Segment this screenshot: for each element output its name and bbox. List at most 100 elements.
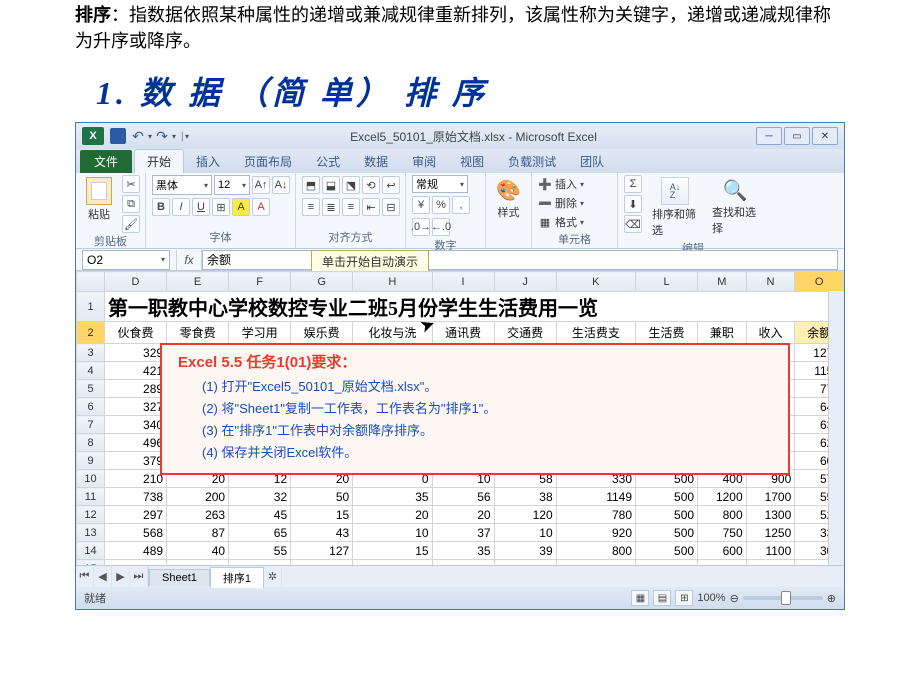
vertical-scrollbar[interactable]	[828, 291, 844, 565]
data-cell[interactable]: 297	[105, 506, 167, 524]
border-button[interactable]: ⊞	[212, 198, 230, 216]
row-header[interactable]: 11	[77, 488, 105, 506]
header-cell[interactable]: 生活费	[636, 322, 698, 344]
tab-data[interactable]: 数据	[352, 150, 400, 173]
nav-last-icon[interactable]: ⏭	[130, 567, 148, 587]
view-layout-icon[interactable]: ▤	[653, 590, 671, 606]
new-sheet-icon[interactable]: ✲	[264, 567, 282, 587]
data-cell[interactable]: 263	[167, 506, 229, 524]
row-header[interactable]: 6	[77, 398, 105, 416]
data-cell[interactable]: 20	[432, 506, 494, 524]
data-cell[interactable]: 50	[291, 488, 353, 506]
row-header[interactable]: 1	[77, 292, 105, 322]
row-header[interactable]: 3	[77, 344, 105, 362]
data-cell[interactable]: 15	[291, 506, 353, 524]
col-header[interactable]: N	[746, 272, 795, 292]
italic-button[interactable]: I	[172, 198, 190, 216]
tab-team[interactable]: 团队	[568, 150, 616, 173]
zoom-slider[interactable]	[743, 596, 823, 600]
row-header[interactable]: 15	[77, 560, 105, 566]
sheet-tab-sheet1[interactable]: Sheet1	[149, 569, 210, 586]
dec-decimal-icon[interactable]: ←.0	[432, 218, 450, 236]
underline-button[interactable]: U	[192, 198, 210, 216]
sheet-tab-sort1[interactable]: 排序1	[210, 567, 264, 588]
data-cell[interactable]: 210	[105, 470, 167, 488]
tab-loadtest[interactable]: 负载测试	[496, 150, 568, 173]
data-cell[interactable]: 1149	[556, 488, 635, 506]
data-cell[interactable]: 200	[167, 488, 229, 506]
align-left-icon[interactable]: ≡	[302, 198, 320, 216]
bold-button[interactable]: B	[152, 198, 170, 216]
col-header[interactable]: K	[556, 272, 635, 292]
grid-area[interactable]: DEFGHIJKLMNO1第一职教中心学校数控专业二班5月份学生生活费用一览2伙…	[76, 271, 844, 565]
data-cell[interactable]: 738	[105, 488, 167, 506]
tab-formulas[interactable]: 公式	[304, 150, 352, 173]
tab-view[interactable]: 视图	[448, 150, 496, 173]
nav-prev-icon[interactable]: ◀	[94, 567, 112, 587]
copy-icon[interactable]: ⧉	[122, 195, 140, 213]
data-cell[interactable]: 289	[105, 380, 167, 398]
data-cell[interactable]	[746, 560, 795, 566]
data-cell[interactable]: 87	[167, 524, 229, 542]
percent-icon[interactable]: %	[432, 196, 450, 214]
data-cell[interactable]: 340	[105, 416, 167, 434]
indent-dec-icon[interactable]: ⇤	[362, 198, 380, 216]
col-header[interactable]: D	[105, 272, 167, 292]
data-cell[interactable]: 1200	[698, 488, 747, 506]
nav-first-icon[interactable]: ⏮	[76, 567, 94, 587]
col-header[interactable]: H	[353, 272, 432, 292]
data-cell[interactable]: 780	[556, 506, 635, 524]
redo-icon[interactable]: ↷	[154, 128, 170, 144]
header-cell[interactable]: 零食费	[167, 322, 229, 344]
data-cell[interactable]: 500	[636, 488, 698, 506]
data-cell[interactable]: 329	[105, 344, 167, 362]
tab-insert[interactable]: 插入	[184, 150, 232, 173]
nav-next-icon[interactable]: ▶	[112, 567, 130, 587]
row-header[interactable]: 2	[77, 322, 105, 344]
data-cell[interactable]	[167, 560, 229, 566]
col-header[interactable]: I	[432, 272, 494, 292]
data-cell[interactable]: 500	[636, 506, 698, 524]
data-cell[interactable]	[636, 560, 698, 566]
data-cell[interactable]: 327	[105, 398, 167, 416]
data-cell[interactable]: 55	[229, 542, 291, 560]
view-normal-icon[interactable]: ▦	[631, 590, 649, 606]
orientation-icon[interactable]: ⟲	[362, 176, 380, 194]
data-cell[interactable]: 1250	[746, 524, 795, 542]
data-cell[interactable]	[105, 560, 167, 566]
format-painter-icon[interactable]: 🖌	[122, 215, 140, 233]
col-header[interactable]: F	[229, 272, 291, 292]
data-cell[interactable]: 500	[636, 524, 698, 542]
row-header[interactable]: 4	[77, 362, 105, 380]
data-cell[interactable]: 37	[432, 524, 494, 542]
find-select-button[interactable]: 🔍 查找和选择	[708, 175, 762, 238]
col-header[interactable]: M	[698, 272, 747, 292]
fill-icon[interactable]: ⬇	[624, 195, 642, 213]
data-cell[interactable]: 496	[105, 434, 167, 452]
row-header[interactable]: 12	[77, 506, 105, 524]
styles-button[interactable]: 🎨 样式	[492, 175, 525, 222]
data-cell[interactable]	[353, 560, 432, 566]
data-cell[interactable]: 40	[167, 542, 229, 560]
data-cell[interactable]: 10	[353, 524, 432, 542]
merge-cells-icon[interactable]: ⊟	[382, 198, 400, 216]
format-cells-button[interactable]: ▦格式▾	[538, 213, 584, 231]
data-cell[interactable]: 750	[698, 524, 747, 542]
tab-layout[interactable]: 页面布局	[232, 150, 304, 173]
data-cell[interactable]: 20	[353, 506, 432, 524]
row-header[interactable]: 13	[77, 524, 105, 542]
header-cell[interactable]: 兼职	[698, 322, 747, 344]
save-icon[interactable]	[110, 128, 126, 144]
data-cell[interactable]	[432, 560, 494, 566]
tab-home[interactable]: 开始	[134, 149, 184, 173]
data-cell[interactable]: 489	[105, 542, 167, 560]
align-bottom-icon[interactable]: ⬔	[342, 176, 360, 194]
data-cell[interactable]: 1100	[746, 542, 795, 560]
row-header[interactable]: 5	[77, 380, 105, 398]
align-right-icon[interactable]: ≡	[342, 198, 360, 216]
fx-button[interactable]: fx	[176, 250, 202, 270]
data-cell[interactable]: 800	[556, 542, 635, 560]
undo-icon[interactable]: ↶	[130, 128, 146, 144]
demo-tooltip[interactable]: 单击开始自动演示	[311, 250, 429, 273]
fill-color-button[interactable]: A	[232, 198, 250, 216]
